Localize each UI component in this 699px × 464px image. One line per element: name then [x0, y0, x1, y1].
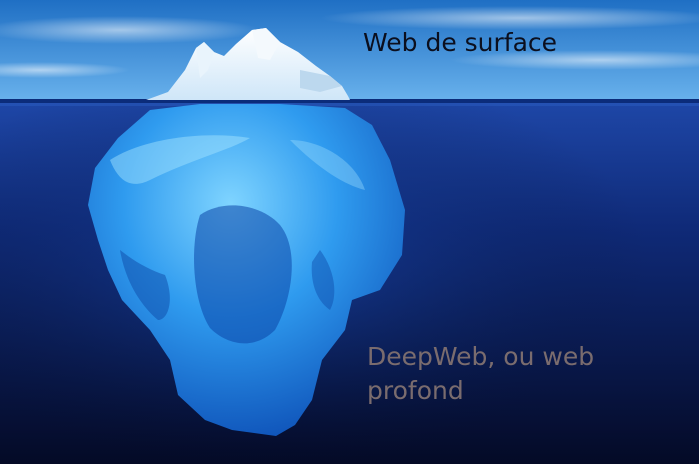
deep-web-label: DeepWeb, ou web profond: [367, 340, 594, 408]
deep-web-label-line-2: profond: [367, 376, 464, 405]
surface-web-label: Web de surface: [363, 28, 558, 57]
iceberg-scene: Web de surface DeepWeb, ou web profond: [0, 0, 699, 464]
iceberg-illustration: [0, 0, 699, 464]
deep-web-label-line-1: DeepWeb, ou web: [367, 342, 595, 371]
